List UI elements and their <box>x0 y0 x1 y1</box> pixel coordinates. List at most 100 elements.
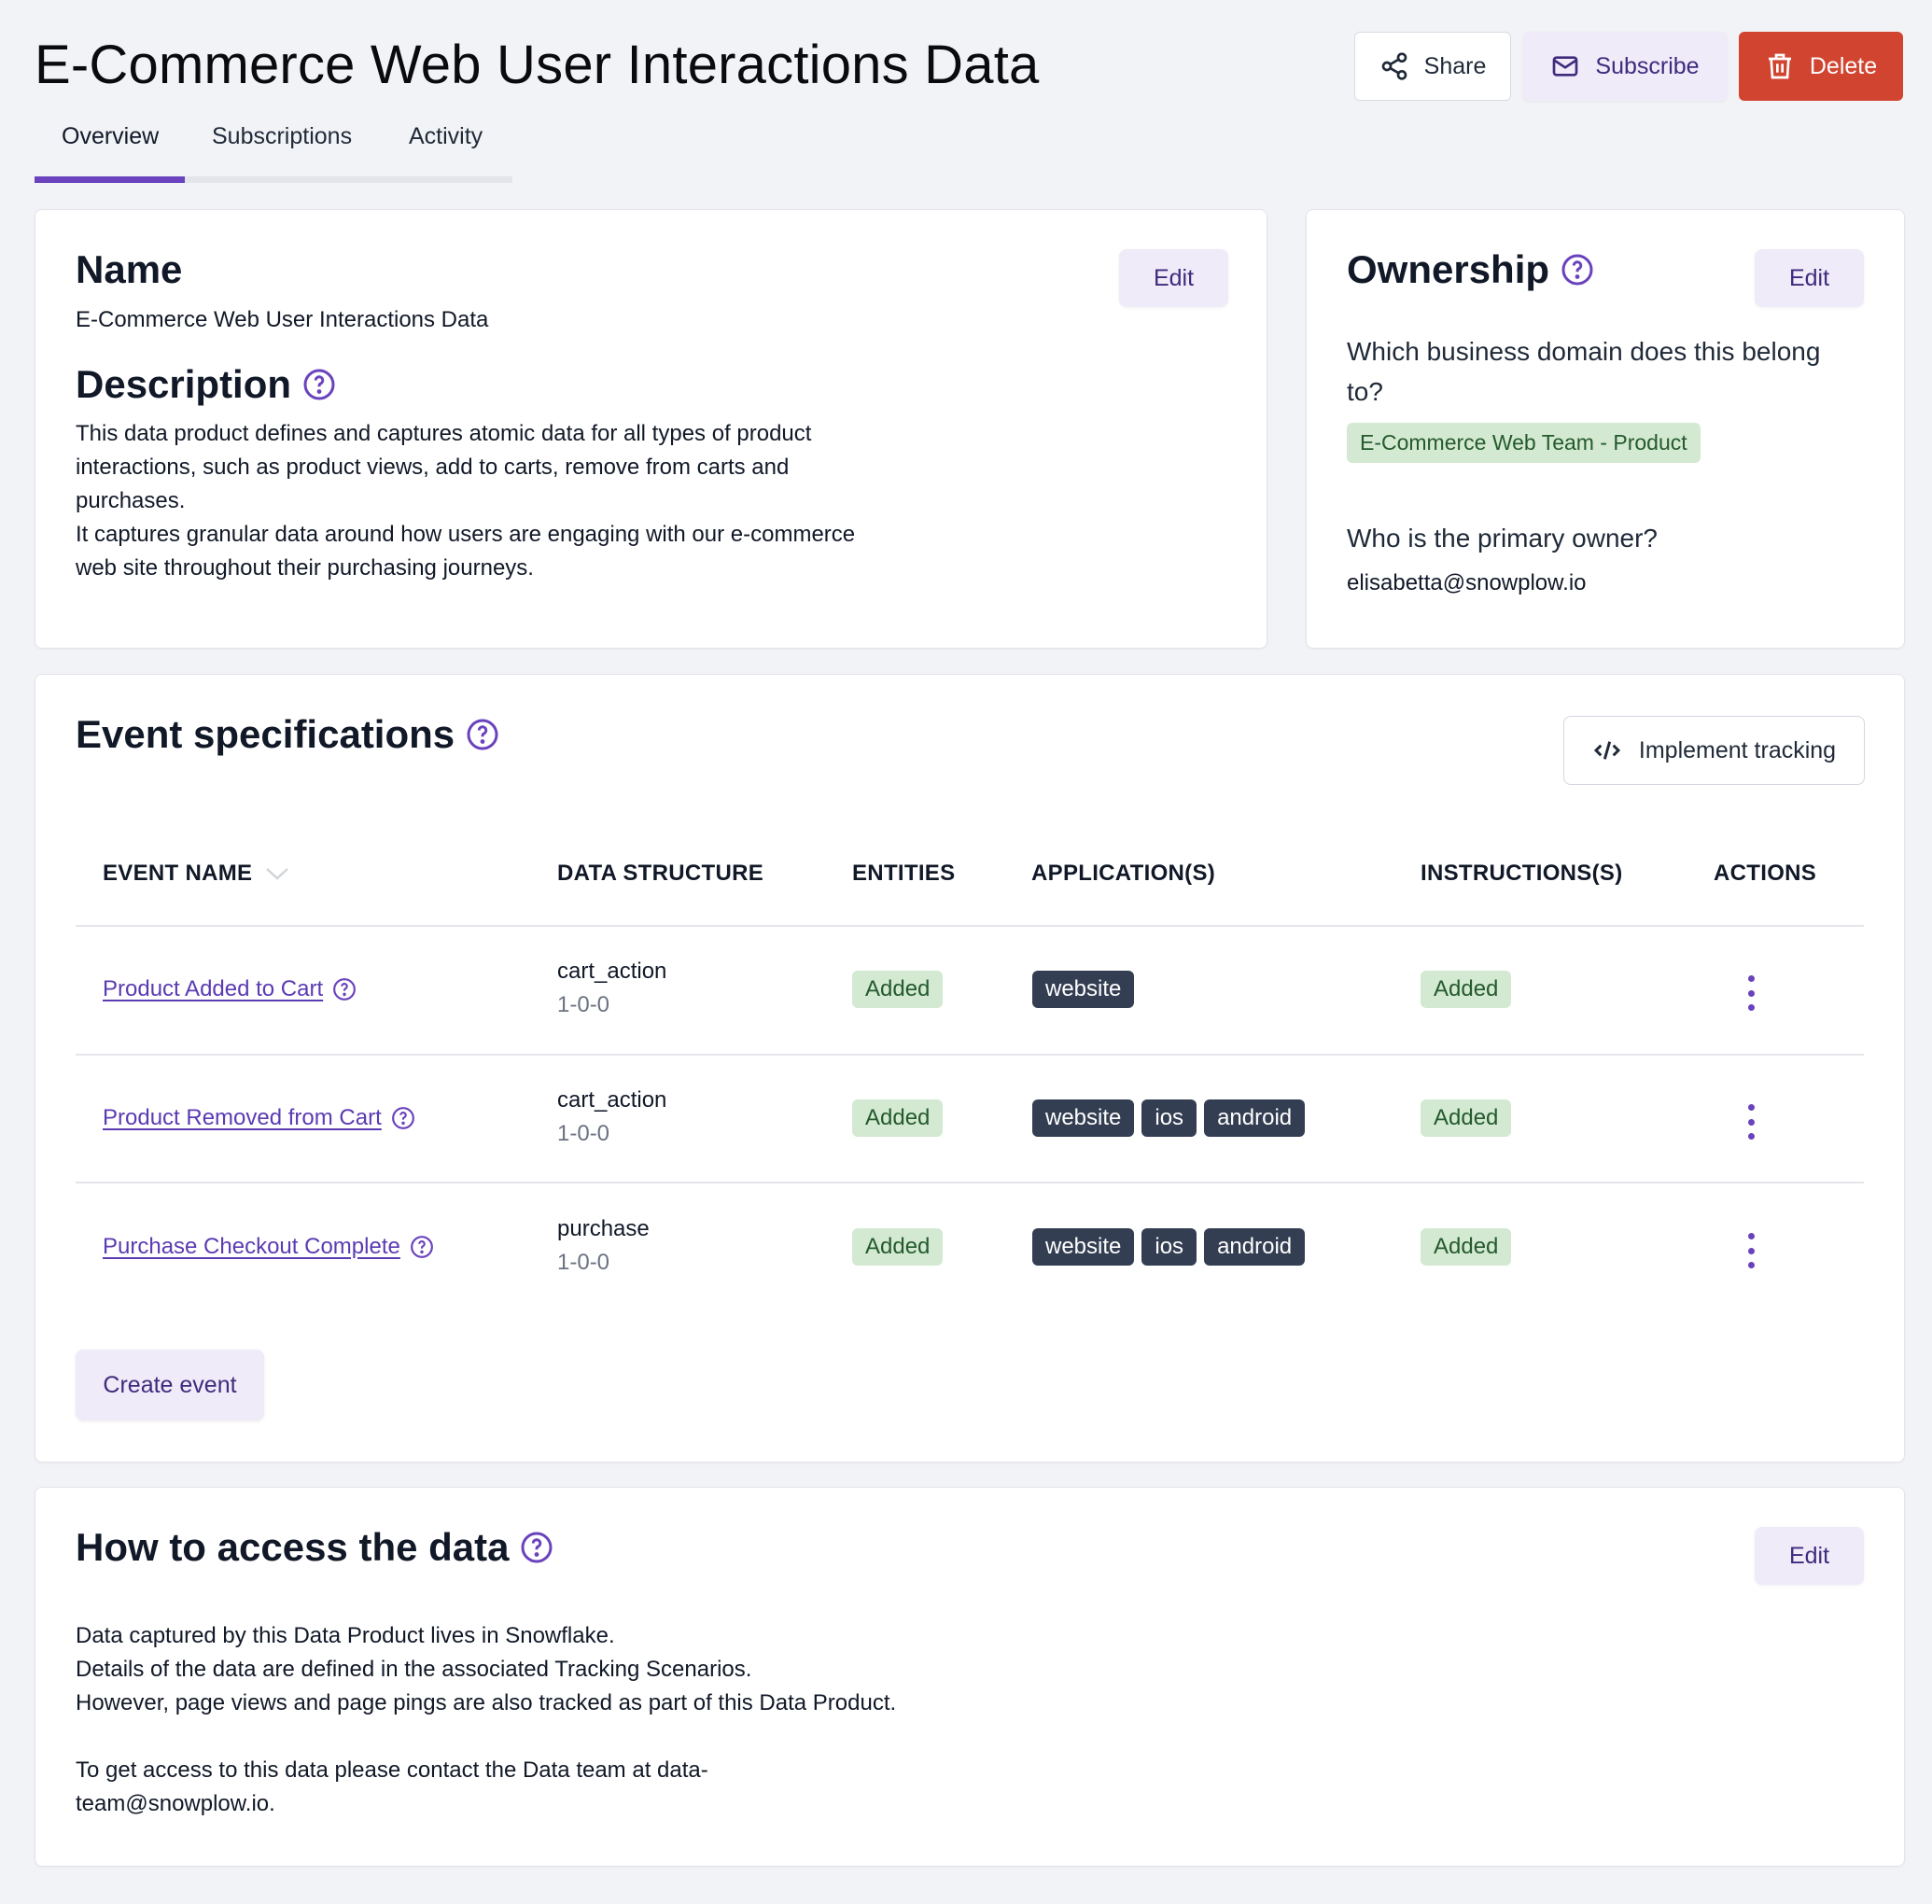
data-structure-version: 1-0-0 <box>557 1250 610 1275</box>
app-chip: website <box>1032 1099 1135 1137</box>
entities-badge: Added <box>852 971 944 1008</box>
subscribe-label: Subscribe <box>1595 52 1700 79</box>
description-line: It captures granular data around how use… <box>76 522 856 547</box>
data-structure-version: 1-0-0 <box>557 992 610 1017</box>
app-chip: ios <box>1141 1228 1197 1266</box>
owner-question: Who is the primary owner? <box>1347 524 1659 553</box>
tab-activity[interactable]: Activity <box>409 123 483 150</box>
domain-question: Which business domain does this belong t… <box>1347 331 1820 412</box>
description-line: This data product defines and captures a… <box>76 421 812 446</box>
trash-icon <box>1768 53 1791 79</box>
col-applications: APPLICATION(S) <box>1031 861 1216 886</box>
access-line: team@snowplow.io. <box>76 1791 275 1816</box>
help-icon[interactable] <box>520 1531 553 1564</box>
data-structure-version: 1-0-0 <box>557 1121 610 1146</box>
row-actions-menu-icon[interactable] <box>1737 1229 1765 1272</box>
data-structure-cell: purchase 1-0-0 <box>557 1212 650 1280</box>
access-line: Details of the data are defined in the a… <box>76 1657 752 1682</box>
access-line: However, page views and page pings are a… <box>76 1690 897 1715</box>
implement-tracking-label: Implement tracking <box>1638 736 1837 763</box>
tab-bar: Overview Subscriptions Activity <box>35 116 512 183</box>
domain-badge-wrap: E-Commerce Web Team - Product <box>1347 423 1701 463</box>
table-divider <box>76 1182 1864 1183</box>
implement-tracking-button[interactable]: Implement tracking <box>1563 716 1865 785</box>
event-name-cell: Product Added to Cart <box>103 976 357 1002</box>
access-text: Data captured by this Data Product lives… <box>76 1619 896 1821</box>
help-icon[interactable] <box>1561 253 1594 287</box>
edit-access-button[interactable]: Edit <box>1755 1527 1864 1585</box>
description-heading-text: Description <box>76 362 292 406</box>
help-icon[interactable] <box>466 718 499 751</box>
app-chip: ios <box>1141 1099 1197 1137</box>
help-icon[interactable] <box>332 977 357 1001</box>
help-icon[interactable] <box>410 1235 434 1259</box>
share-button[interactable]: Share <box>1354 32 1511 101</box>
instructions-badge: Added <box>1421 971 1512 1008</box>
ownership-heading: Ownership <box>1347 247 1594 292</box>
entities-badge: Added <box>852 1099 944 1137</box>
col-event-name[interactable]: EVENT NAME <box>103 861 289 887</box>
instructions-badge: Added <box>1421 1099 1512 1137</box>
name-card: Name Edit E-Commerce Web User Interactio… <box>35 209 1267 649</box>
description-heading: Description <box>76 362 336 407</box>
entities-badge: Added <box>852 1228 944 1266</box>
tab-overview[interactable]: Overview <box>62 123 159 150</box>
col-data-structure: DATA STRUCTURE <box>557 861 764 886</box>
table-divider <box>76 925 1864 927</box>
col-event-name-label: EVENT NAME <box>103 861 253 886</box>
help-icon[interactable] <box>302 368 336 401</box>
edit-name-button[interactable]: Edit <box>1119 249 1228 307</box>
access-line-blank <box>76 1720 896 1754</box>
access-line: Data captured by this Data Product lives… <box>76 1623 615 1648</box>
col-entities: ENTITIES <box>852 861 956 886</box>
app-chip: android <box>1204 1099 1306 1137</box>
delete-label: Delete <box>1809 52 1878 79</box>
table-divider <box>76 1054 1864 1056</box>
mail-icon <box>1553 56 1578 77</box>
event-link[interactable]: Product Removed from Cart <box>103 1105 382 1131</box>
app-chip: website <box>1032 971 1135 1008</box>
event-specs-heading-text: Event specifications <box>76 712 455 756</box>
event-link[interactable]: Product Added to Cart <box>103 976 323 1002</box>
data-structure-name: cart_action <box>557 959 667 984</box>
page-title: E-Commerce Web User Interactions Data <box>35 35 1040 95</box>
name-heading-text: Name <box>76 247 183 291</box>
event-name-cell: Product Removed from Cart <box>103 1105 415 1131</box>
code-icon <box>1593 741 1620 760</box>
data-structure-name: cart_action <box>557 1087 667 1113</box>
event-link[interactable]: Purchase Checkout Complete <box>103 1234 400 1260</box>
delete-button[interactable]: Delete <box>1739 32 1903 101</box>
row-actions-menu-icon[interactable] <box>1737 1100 1765 1143</box>
domain-badge: E-Commerce Web Team - Product <box>1347 423 1701 463</box>
domain-question-line: to? <box>1347 377 1383 406</box>
name-heading: Name <box>76 247 182 292</box>
applications-cell: website ios android <box>1032 1099 1306 1137</box>
domain-question-line: Which business domain does this belong <box>1347 337 1821 366</box>
description-line: purchases. <box>76 488 186 513</box>
col-instructions: INSTRUCTIONS(S) <box>1421 861 1623 886</box>
col-actions: ACTIONS <box>1714 861 1817 886</box>
tab-active-indicator <box>35 176 185 183</box>
description-line: interactions, such as product views, add… <box>76 455 790 480</box>
subscribe-button[interactable]: Subscribe <box>1523 32 1727 101</box>
data-structure-cell: cart_action 1-0-0 <box>557 955 666 1022</box>
app-chip: website <box>1032 1228 1135 1266</box>
sort-chevron-down-icon[interactable] <box>265 866 289 881</box>
applications-cell: website <box>1032 971 1135 1008</box>
edit-ownership-button[interactable]: Edit <box>1755 249 1864 307</box>
share-label: Share <box>1423 52 1487 79</box>
applications-cell: website ios android <box>1032 1228 1306 1266</box>
owner-email: elisabetta@snowplow.io <box>1347 570 1587 595</box>
description-text: This data product defines and captures a… <box>76 417 855 585</box>
create-event-button[interactable]: Create event <box>76 1350 264 1421</box>
tab-subscriptions[interactable]: Subscriptions <box>212 123 352 150</box>
row-actions-menu-icon[interactable] <box>1737 972 1765 1015</box>
ownership-heading-text: Ownership <box>1347 247 1550 291</box>
description-line: web site throughout their purchasing jou… <box>76 555 534 581</box>
help-icon[interactable] <box>391 1106 415 1130</box>
access-heading-text: How to access the data <box>76 1525 510 1569</box>
ownership-card: Ownership Edit Which business domain doe… <box>1306 209 1905 649</box>
app-chip: android <box>1204 1228 1306 1266</box>
header-actions: Share Subscribe Delete <box>1354 32 1903 101</box>
event-name-cell: Purchase Checkout Complete <box>103 1234 434 1260</box>
